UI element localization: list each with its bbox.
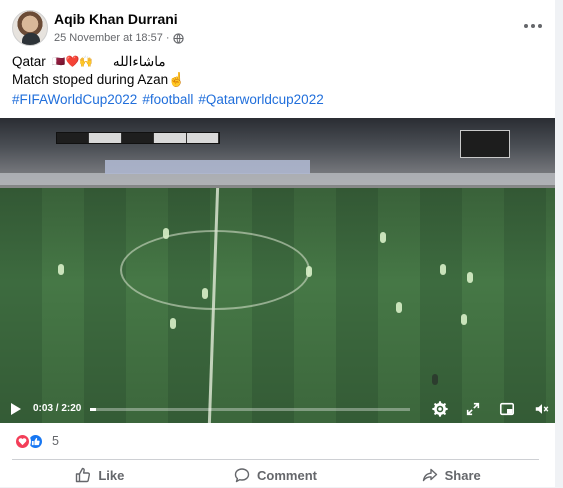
post-text-line-1: Qatar 🇶🇦❤️🙌 ماشاءالله [12, 53, 539, 71]
post-text-country: Qatar [12, 54, 46, 69]
comment-button[interactable]: Comment [188, 462, 364, 488]
post-text-emoji: 🇶🇦❤️🙌 [51, 56, 93, 68]
volume-icon[interactable] [533, 401, 551, 417]
fullscreen-icon[interactable] [464, 401, 482, 417]
video-player[interactable]: 0:03 / 2:20 [0, 118, 555, 423]
globe-icon[interactable] [172, 32, 184, 44]
play-icon[interactable] [11, 403, 21, 415]
post-text-line-2: Match stoped during Azan☝️ [12, 72, 185, 87]
video-frame-stands [0, 118, 555, 190]
video-frame-scorebug [56, 132, 220, 144]
picture-in-picture-icon[interactable] [498, 401, 516, 417]
settings-icon[interactable] [431, 401, 449, 417]
more-options-icon[interactable] [521, 14, 545, 38]
video-controls: 0:03 / 2:20 [0, 395, 555, 423]
comment-icon [234, 468, 250, 483]
hashtag-fifaworldcup2022[interactable]: #FIFAWorldCup2022 [12, 92, 137, 107]
reactions-summary[interactable]: 5 [14, 431, 59, 451]
post-header: Aqib Khan Durrani 25 November at 18:57 · [12, 10, 545, 50]
video-time: 0:03 / 2:20 [33, 403, 82, 414]
post-actions: Like Comment Share [12, 462, 539, 488]
post-text: Qatar 🇶🇦❤️🙌 ماشاءالله Match stoped durin… [12, 53, 539, 89]
like-label: Like [98, 467, 125, 483]
share-button[interactable]: Share [363, 462, 539, 488]
hashtag-qatarworldcup2022[interactable]: #Qatarworldcup2022 [198, 92, 323, 107]
meta-separator: · [165, 32, 170, 44]
share-label: Share [444, 467, 481, 483]
comment-label: Comment [257, 467, 317, 483]
like-button[interactable]: Like [12, 462, 188, 488]
avatar[interactable] [12, 10, 48, 46]
author-name[interactable]: Aqib Khan Durrani [54, 11, 178, 27]
video-frame-clock [460, 130, 510, 158]
post-card: Aqib Khan Durrani 25 November at 18:57 ·… [0, 0, 555, 487]
love-reaction-icon [14, 432, 31, 450]
reaction-count[interactable]: 5 [52, 434, 59, 448]
video-frame-pitch [0, 188, 555, 423]
video-progress-fill [90, 408, 97, 411]
post-text-arabic: ماشاءالله [112, 54, 166, 69]
thumbs-up-icon [76, 467, 91, 483]
share-icon [422, 468, 437, 482]
hashtags: #FIFAWorldCup2022 #football #Qatarworldc… [12, 92, 324, 107]
post-timestamp[interactable]: 25 November at 18:57 [54, 32, 163, 44]
post-meta: 25 November at 18:57 · [54, 32, 184, 44]
actions-divider [12, 459, 539, 460]
video-progress-bar[interactable] [90, 408, 410, 411]
hashtag-football[interactable]: #football [142, 92, 193, 107]
